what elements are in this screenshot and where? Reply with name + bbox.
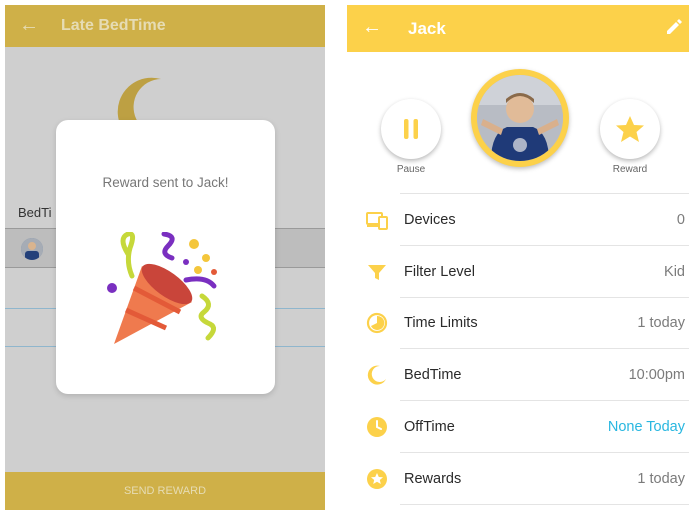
row-value: 1 today [637,471,685,487]
row-label: BedTime [404,367,462,383]
devices-row[interactable]: Devices 0 [347,194,689,246]
section-label: BedTi [18,205,52,220]
top-app-bar: ← Jack [347,5,689,52]
time-limits-row[interactable]: Time Limits 1 today [347,297,689,349]
left-screen: ← Late BedTime BedTi SEND REWARD Reward … [5,5,325,510]
pause-icon [404,119,418,139]
row-label: Time Limits [404,315,478,331]
row-label: OffTime [404,419,455,435]
dialog-message: Reward sent to Jack! [102,175,229,190]
row-value: 1 today [637,315,685,331]
pause-label: Pause [396,164,426,175]
clock-icon [367,417,387,437]
devices-icon [366,212,388,230]
send-reward-label: SEND REWARD [123,485,207,497]
row-label: Filter Level [404,264,475,280]
row-value: Kid [664,264,685,280]
timer-icon [366,312,388,334]
row-value: 10:00pm [628,367,685,383]
reward-sent-dialog: Reward sent to Jack! [56,120,275,394]
reward-label: Reward [612,164,648,175]
offtime-row[interactable]: OffTime None Today [347,401,689,453]
star-badge-icon [367,469,387,489]
pause-button[interactable] [381,99,441,159]
row-label: Rewards [404,471,462,487]
pencil-icon[interactable] [665,18,683,36]
row-value: None Today [607,419,685,435]
row-value: 0 [676,212,685,228]
moon-icon [367,365,386,385]
star-icon [616,116,644,142]
back-arrow-icon[interactable]: ← [362,16,382,39]
filter-level-row[interactable]: Filter Level Kid [347,246,689,298]
child-avatar[interactable] [471,69,569,167]
send-reward-button[interactable]: SEND REWARD [5,472,325,510]
screen-title: Late BedTime [61,17,166,34]
top-app-bar: ← Late BedTime [5,5,325,47]
screen-title: Jack [408,19,446,38]
right-screen: ← Jack Pause Reward Devices 0 Filter Lev… [347,5,689,510]
reward-button[interactable] [600,99,660,159]
bedtime-row[interactable]: BedTime 10:00pm [347,349,689,401]
party-popper-icon [107,232,217,344]
rewards-row[interactable]: Rewards 1 today [347,453,689,505]
row-label: Devices [404,212,456,228]
filter-icon [368,265,386,280]
back-arrow-icon[interactable]: ← [19,14,39,37]
avatar [21,238,43,260]
